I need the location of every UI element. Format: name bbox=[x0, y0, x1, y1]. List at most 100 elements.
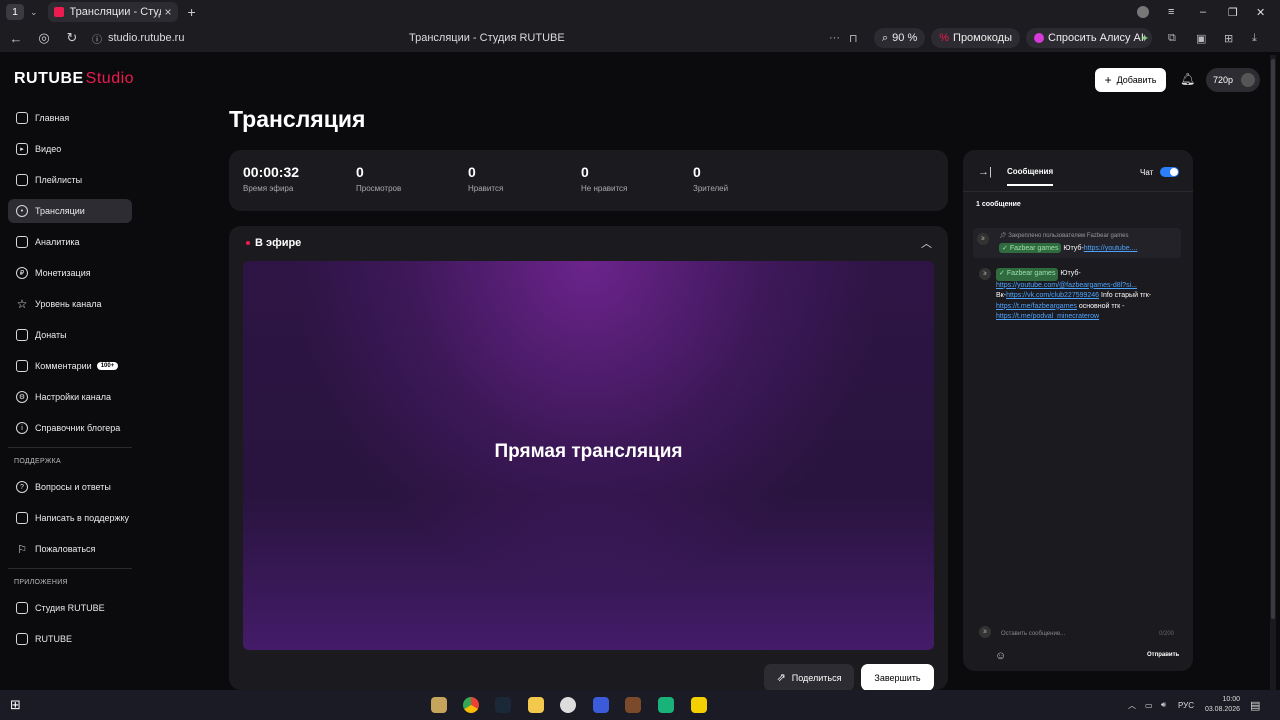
sidebar-item-blogger-guide[interactable]: i Справочник блогера bbox=[8, 416, 132, 440]
share-label: Поделиться bbox=[791, 672, 842, 683]
stat-value: 0 bbox=[468, 164, 476, 180]
sidebar-item-write-support[interactable]: Написать в поддержку bbox=[8, 506, 132, 530]
sidebar-item-channel-level[interactable]: ☆ Уровень канала bbox=[8, 292, 132, 316]
message-input[interactable]: Оставить сообщение... bbox=[1001, 631, 1065, 637]
clock-date: 03.08.2026 bbox=[1204, 706, 1240, 713]
sidebar-item-comments[interactable]: Комментарии 100+ bbox=[8, 354, 132, 378]
sidebar-item-home[interactable]: Главная bbox=[8, 106, 132, 130]
collections-icon[interactable]: ⊞ bbox=[1224, 32, 1233, 45]
puzzle-icon[interactable]: ⧉ bbox=[1168, 32, 1176, 45]
live-label: В эфире bbox=[255, 237, 302, 249]
add-button[interactable]: + Добавить bbox=[1095, 68, 1166, 92]
sidebar-item-channel-settings[interactable]: ⚙︎ Настройки канала bbox=[8, 385, 132, 409]
menu-icon[interactable]: ≡ bbox=[1168, 0, 1174, 24]
sidebar-item-analytics[interactable]: Аналитика bbox=[8, 230, 132, 254]
sidebar-item-rutube-app[interactable]: RUTUBE bbox=[8, 627, 132, 651]
page-scrollbar[interactable] bbox=[1270, 55, 1276, 690]
sidebar-item-label: Студия RUTUBE bbox=[35, 603, 105, 613]
pinned-link[interactable]: https://youtube.... bbox=[1084, 245, 1138, 252]
app-icon[interactable] bbox=[431, 697, 447, 713]
bell-icon[interactable]: 🔔︎ bbox=[1180, 72, 1195, 86]
sidebar-item-monetization[interactable]: ₽ Монетизация bbox=[8, 261, 132, 285]
back-icon[interactable]: ← bbox=[2, 31, 30, 46]
tab-messages[interactable]: Сообщения bbox=[1007, 167, 1054, 186]
restore-icon[interactable]: ❐ bbox=[1228, 0, 1238, 24]
quality-menu[interactable]: 720p bbox=[1206, 68, 1260, 92]
url-text[interactable]: studio.rutube.ru bbox=[108, 32, 184, 44]
yandex-browser-icon[interactable] bbox=[560, 697, 576, 713]
app-icon[interactable] bbox=[691, 697, 707, 713]
lock-icon[interactable]: ⓘ bbox=[92, 31, 102, 46]
message-link[interactable]: https://youtube.com/@fazbeargames-d8l?si… bbox=[996, 282, 1137, 289]
steam-icon[interactable] bbox=[495, 697, 511, 713]
end-stream-button[interactable]: Завершить bbox=[861, 664, 934, 691]
message-link[interactable]: https://t.me/podval_minecraterow bbox=[996, 313, 1099, 320]
minecraft-icon[interactable] bbox=[625, 697, 641, 713]
zoom-pill[interactable]: ⌕ 90 % bbox=[874, 28, 926, 48]
scrollbar-thumb[interactable] bbox=[1271, 59, 1275, 619]
clock[interactable]: 10:00 03.08.2026 bbox=[1200, 690, 1240, 720]
app-icon[interactable] bbox=[658, 697, 674, 713]
ruble-icon: ₽ bbox=[16, 267, 28, 279]
promo-pill[interactable]: % Промокоды bbox=[931, 28, 1020, 48]
share-button[interactable]: ⇗ Поделиться bbox=[764, 664, 854, 691]
pinned-note: 📌︎ Закреплено пользователем Fazbear game… bbox=[999, 232, 1129, 239]
chevron-up-icon[interactable]: ︿ bbox=[921, 235, 932, 251]
sidebar-item-report[interactable]: ⚐ Пожаловаться bbox=[8, 537, 132, 561]
tab-counter[interactable]: 1 bbox=[6, 4, 24, 20]
sidebar-item-studio-app[interactable]: Студия RUTUBE bbox=[8, 596, 132, 620]
stat-label: Не нравится bbox=[581, 184, 628, 193]
chat-header: →| Сообщения Чат bbox=[963, 150, 1193, 192]
sidebar-item-playlists[interactable]: Плейлисты bbox=[8, 168, 132, 192]
minimize-icon[interactable]: – bbox=[1200, 0, 1206, 24]
verified-user-badge[interactable]: ✓ Fazbear games bbox=[999, 243, 1062, 253]
profile-icon[interactable] bbox=[1137, 0, 1149, 24]
alice-pill[interactable]: Спросить Алису AI bbox=[1026, 28, 1152, 48]
sidebar-item-label: Монетизация bbox=[35, 268, 91, 278]
emoji-icon[interactable]: ☺ bbox=[995, 650, 1006, 662]
close-window-icon[interactable]: ✕ bbox=[1256, 0, 1265, 24]
collapse-panel-icon[interactable]: →| bbox=[978, 166, 992, 178]
windows-start-icon[interactable]: ⊞ bbox=[10, 697, 21, 713]
rutube-studio-logo[interactable]: RUTUBE Studio bbox=[14, 70, 134, 88]
new-tab-icon[interactable]: + bbox=[188, 4, 196, 20]
send-button[interactable]: Отправить bbox=[1147, 652, 1179, 658]
stat-label: Нравится bbox=[468, 184, 504, 193]
reload-icon[interactable]: ↻ bbox=[58, 30, 86, 46]
stat-value: 0 bbox=[356, 164, 364, 180]
verified-user-badge[interactable]: ✓ Fazbear games bbox=[996, 268, 1059, 281]
folder-icon[interactable] bbox=[528, 697, 544, 713]
bookmark-icon[interactable]: ⊓ bbox=[849, 32, 858, 45]
pinned-message[interactable]: ≥ 📌︎ Закреплено пользователем Fazbear ga… bbox=[973, 228, 1181, 258]
avatar: ≥ bbox=[979, 268, 991, 280]
language-indicator[interactable]: РУС bbox=[1178, 690, 1194, 720]
chevron-down-icon[interactable]: ⌄ bbox=[30, 7, 38, 18]
browser-tab[interactable]: Трансляции - Студия RUTUBE × bbox=[47, 2, 178, 22]
video-player[interactable]: Прямая трансляция bbox=[243, 261, 934, 650]
sidebar-item-streams[interactable]: • Трансляции bbox=[8, 199, 132, 223]
extension-icon[interactable]: ✦ bbox=[1140, 32, 1149, 45]
download-icon[interactable]: ⤓ bbox=[1252, 32, 1257, 45]
message-text: Вк- bbox=[996, 292, 1007, 299]
sidebar-item-video[interactable]: ▸ Видео bbox=[8, 137, 132, 161]
sidebar-item-faq[interactable]: ? Вопросы и ответы bbox=[8, 475, 132, 499]
chrome-icon[interactable] bbox=[463, 697, 479, 713]
screenshot-icon[interactable]: ▣ bbox=[1196, 32, 1206, 45]
network-icon[interactable]: ▭ bbox=[1145, 690, 1153, 720]
sidebar-item-label: Настройки канала bbox=[35, 392, 112, 402]
playlist-icon bbox=[16, 174, 28, 186]
close-icon[interactable]: × bbox=[165, 5, 172, 19]
more-icon[interactable]: ··· bbox=[829, 32, 840, 44]
alice-label: Спросить Алису AI bbox=[1048, 32, 1144, 44]
notification-icon[interactable]: ▤ bbox=[1250, 690, 1260, 720]
volume-icon[interactable]: 🔊︎ bbox=[1161, 690, 1166, 720]
shield-icon[interactable]: ◎ bbox=[30, 30, 58, 46]
studio-app-icon bbox=[16, 602, 28, 614]
sidebar-item-donations[interactable]: Донаты bbox=[8, 323, 132, 347]
chat-toggle[interactable] bbox=[1160, 167, 1179, 177]
star-icon: ☆ bbox=[16, 297, 28, 311]
message-link[interactable]: https://t.me/fazbeargames bbox=[996, 303, 1077, 310]
tray-chevron-icon[interactable]: ︿ bbox=[1128, 690, 1136, 720]
message-link[interactable]: https://vk.com/club227599246 bbox=[1006, 292, 1099, 299]
app-icon[interactable] bbox=[593, 697, 609, 713]
